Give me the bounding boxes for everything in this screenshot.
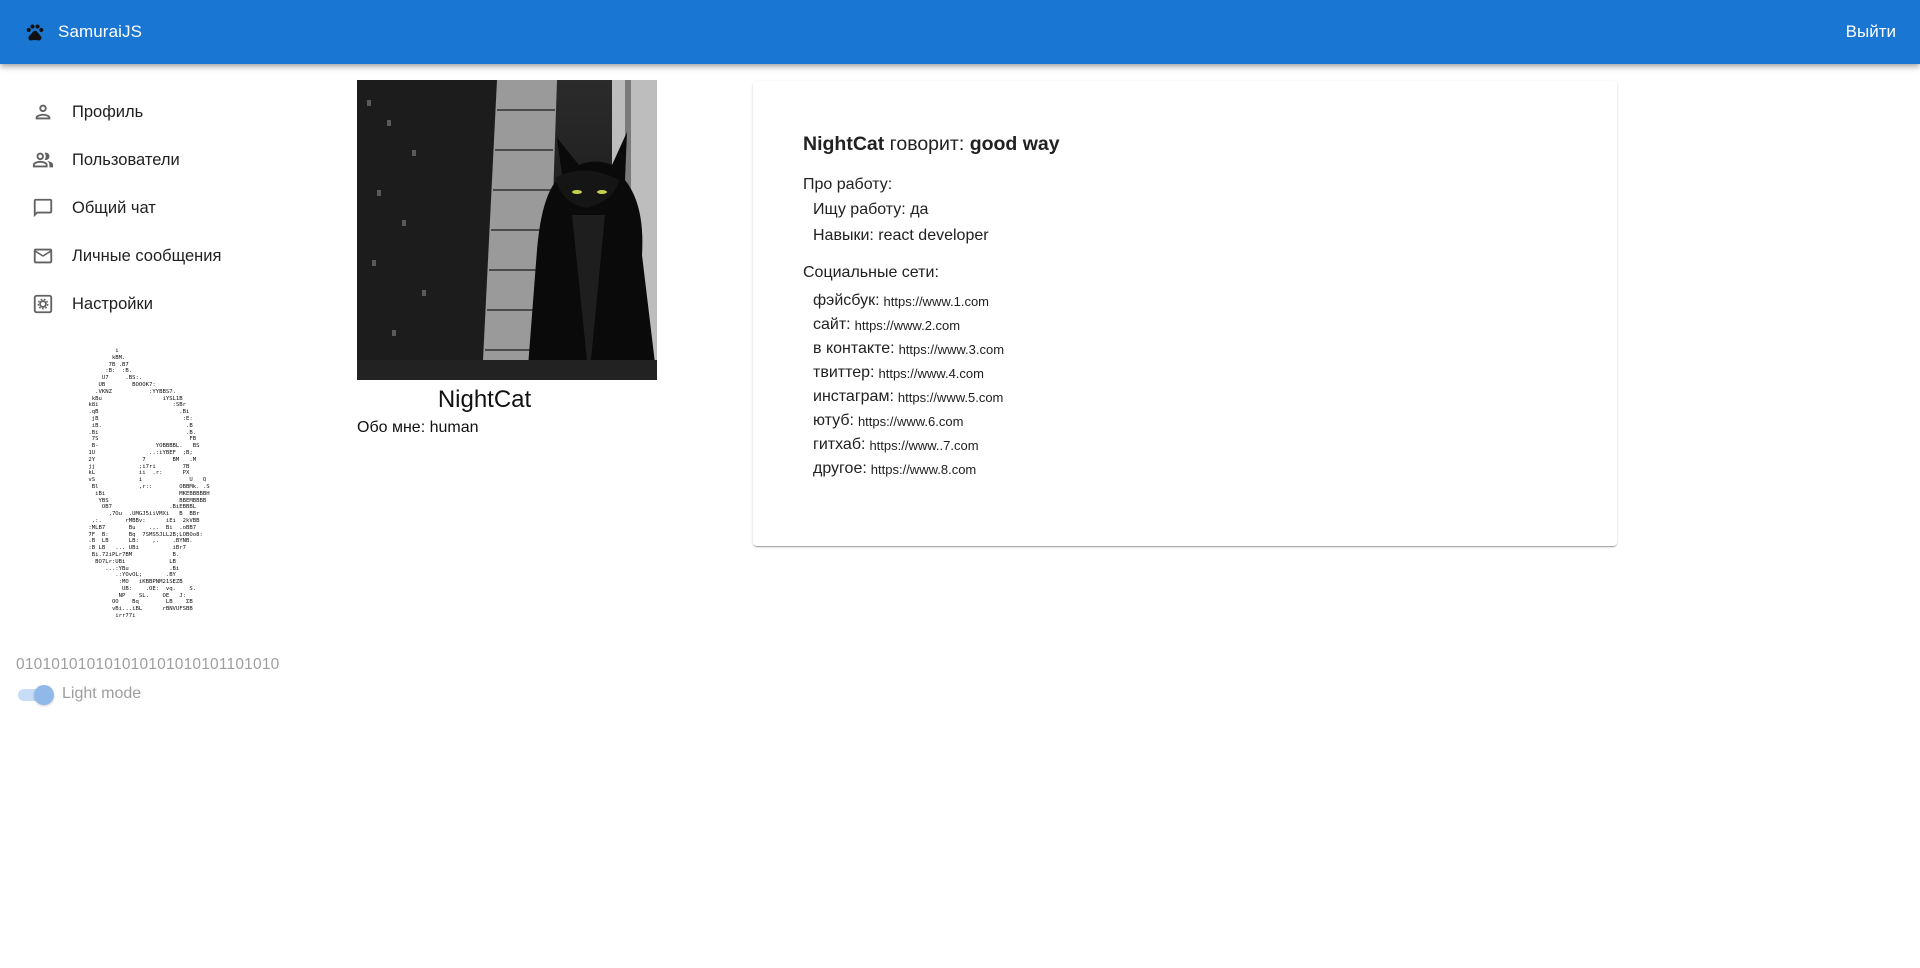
status-text[interactable]: good way bbox=[970, 133, 1060, 155]
people-icon bbox=[16, 149, 72, 171]
chat-bubble-icon bbox=[16, 197, 72, 219]
sidebar-nav: Профиль Пользователи Общий чат Личные со… bbox=[16, 88, 276, 328]
social-link[interactable]: https://www.5.com bbox=[898, 390, 1003, 405]
sidebar-item-profile[interactable]: Профиль bbox=[16, 88, 276, 136]
social-vk: в контакте: https://www.3.com bbox=[813, 337, 1060, 361]
sidebar-item-label: Профиль bbox=[72, 102, 144, 121]
sidebar: Профиль Пользователи Общий чат Личные со… bbox=[0, 64, 300, 968]
social-link[interactable]: https://www.6.com bbox=[858, 414, 963, 429]
looking-for-job: Ищу работу: да bbox=[813, 201, 929, 218]
sidebar-item-chat[interactable]: Общий чат bbox=[16, 184, 276, 232]
app-title: SamuraiJS bbox=[58, 22, 143, 41]
social-other: другое: https://www.8.com bbox=[813, 457, 1060, 481]
social-facebook: фэйсбук: https://www.1.com bbox=[813, 289, 1060, 313]
social-label: гитхаб: bbox=[813, 436, 866, 453]
paw-icon[interactable] bbox=[24, 21, 46, 43]
social-label: твиттер: bbox=[813, 364, 875, 381]
person-icon bbox=[16, 101, 72, 123]
job-section-title: Про работу: bbox=[803, 176, 893, 193]
social-label: сайт: bbox=[813, 316, 851, 333]
social-label: фэйсбук: bbox=[813, 292, 880, 309]
binary-text: 010101010101010101010101101010 bbox=[16, 656, 280, 673]
social-youtube: ютуб: https://www.6.com bbox=[813, 409, 1060, 433]
profile-name: NightCat bbox=[437, 386, 532, 413]
theme-switch[interactable] bbox=[16, 683, 54, 705]
sidebar-item-settings[interactable]: Настройки bbox=[16, 280, 276, 328]
theme-toggle[interactable]: Light mode bbox=[16, 683, 141, 705]
status-author: NightCat bbox=[803, 133, 885, 155]
sidebar-item-messages[interactable]: Личные сообщения bbox=[16, 232, 276, 280]
sidebar-item-label: Настройки bbox=[72, 294, 153, 313]
says-text: говорит: bbox=[884, 133, 970, 155]
social-link[interactable]: https://www.8.com bbox=[871, 462, 976, 477]
sidebar-item-users[interactable]: Пользователи bbox=[16, 136, 276, 184]
social-section-title: Социальные сети: bbox=[803, 264, 939, 281]
ascii-art-logo: i kBM. 7B .B7 :B: :B. U7 .BS:. UB BOOOK7… bbox=[88, 348, 210, 620]
profile-avatar bbox=[357, 80, 657, 380]
social-label: инстаграм: bbox=[813, 388, 894, 405]
profile-info-card: NightCat говорит: good way Про работу: И… bbox=[753, 81, 1617, 546]
social-link[interactable]: https://www..7.com bbox=[869, 438, 978, 453]
social-github: гитхаб: https://www..7.com bbox=[813, 433, 1060, 457]
social-link[interactable]: https://www.1.com bbox=[884, 294, 989, 309]
theme-label: Light mode bbox=[62, 685, 142, 702]
app-bar: SamuraiJS Выйти bbox=[0, 0, 1920, 64]
social-label: другое: bbox=[813, 460, 867, 477]
sidebar-item-label: Личные сообщения bbox=[72, 246, 222, 265]
social-instagram: инстаграм: https://www.5.com bbox=[813, 385, 1060, 409]
skills: Навыки: react developer bbox=[813, 227, 989, 244]
about-me: Обо мне: human bbox=[357, 419, 479, 436]
social-label: в контакте: bbox=[813, 340, 895, 357]
status-line: NightCat говорит: good way bbox=[803, 133, 1060, 156]
mail-icon bbox=[16, 245, 72, 267]
social-website: сайт: https://www.2.com bbox=[813, 313, 1060, 337]
social-label: ютуб: bbox=[813, 412, 854, 429]
settings-icon bbox=[16, 293, 72, 315]
social-twitter: твиттер: https://www.4.com bbox=[813, 361, 1060, 385]
sidebar-item-label: Пользователи bbox=[72, 150, 180, 169]
sidebar-item-label: Общий чат bbox=[72, 198, 156, 217]
logout-button[interactable]: Выйти bbox=[1846, 16, 1896, 48]
social-link[interactable]: https://www.2.com bbox=[855, 318, 960, 333]
social-link[interactable]: https://www.4.com bbox=[878, 366, 983, 381]
social-link[interactable]: https://www.3.com bbox=[899, 342, 1004, 357]
switch-thumb[interactable] bbox=[34, 685, 54, 705]
